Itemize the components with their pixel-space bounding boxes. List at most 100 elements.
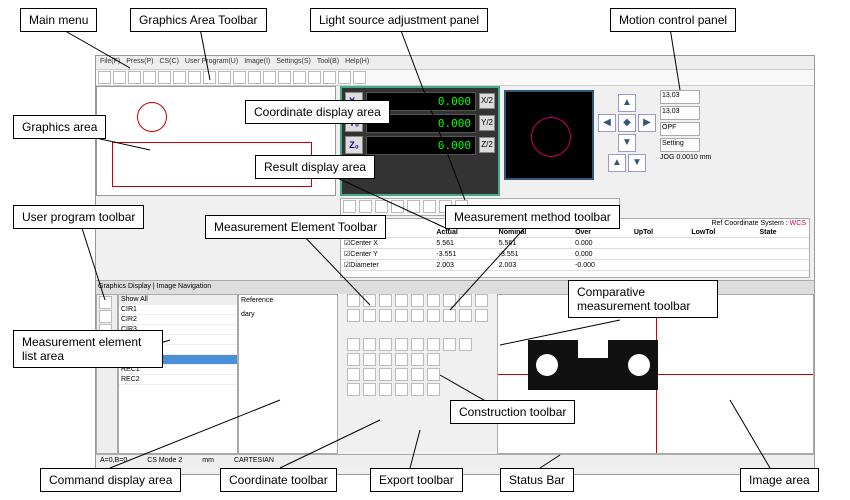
arrow-center-icon[interactable]: ◆	[618, 114, 636, 132]
toolbar-icon[interactable]	[338, 71, 351, 84]
light-icon[interactable]	[391, 200, 404, 213]
arrow-down-icon[interactable]: ▼	[618, 134, 636, 152]
list-item[interactable]: REC2	[119, 375, 237, 385]
construct-icon[interactable]	[379, 338, 392, 351]
coord-icon[interactable]	[379, 368, 392, 381]
light-icon[interactable]	[407, 200, 420, 213]
toolbar-icon[interactable]	[98, 71, 111, 84]
light-icon[interactable]	[359, 200, 372, 213]
scope-view[interactable]	[504, 90, 594, 180]
toolbar-icon[interactable]	[248, 71, 261, 84]
coord-icon[interactable]	[427, 368, 440, 381]
compare-icon[interactable]	[363, 353, 376, 366]
method-icon[interactable]	[459, 309, 472, 322]
toolbar-icon[interactable]	[308, 71, 321, 84]
compare-icon[interactable]	[395, 353, 408, 366]
toolbar-icon[interactable]	[233, 71, 246, 84]
toolbar-icon[interactable]	[353, 71, 366, 84]
elem-icon[interactable]	[459, 294, 472, 307]
setting-button[interactable]: Setting	[660, 138, 700, 152]
elem-icon[interactable]	[427, 294, 440, 307]
z-half-button[interactable]: Z/2	[479, 137, 495, 153]
toolbar-icon[interactable]	[293, 71, 306, 84]
opf-button[interactable]: OPF	[660, 122, 700, 136]
tab-image-nav[interactable]: Image Navigation	[157, 283, 211, 290]
x-half-button[interactable]: X/2	[479, 93, 495, 109]
toolbar-icon[interactable]	[203, 71, 216, 84]
compare-icon[interactable]	[411, 353, 424, 366]
method-icon[interactable]	[347, 309, 360, 322]
elem-icon[interactable]	[443, 294, 456, 307]
compare-icon[interactable]	[379, 353, 392, 366]
construction-toolbar[interactable]	[346, 338, 489, 351]
comparative-toolbar[interactable]	[346, 353, 489, 366]
method-icon[interactable]	[443, 309, 456, 322]
method-icon[interactable]	[411, 309, 424, 322]
elem-icon[interactable]	[379, 294, 392, 307]
coord-icon[interactable]	[363, 368, 376, 381]
construct-icon[interactable]	[459, 338, 472, 351]
coord-icon[interactable]	[411, 368, 424, 381]
toolbar-icon[interactable]	[113, 71, 126, 84]
image-area[interactable]	[497, 294, 814, 454]
tab-graphics[interactable]: Graphics Display	[98, 283, 151, 290]
toolbar-icon[interactable]	[173, 71, 186, 84]
coord-icon[interactable]	[395, 368, 408, 381]
method-icon[interactable]	[379, 309, 392, 322]
construct-icon[interactable]	[427, 338, 440, 351]
export-icon[interactable]	[363, 383, 376, 396]
coord-icon[interactable]	[347, 368, 360, 381]
z-up-icon[interactable]: ▲	[608, 154, 626, 172]
export-toolbar[interactable]	[346, 383, 489, 396]
export-icon[interactable]	[411, 383, 424, 396]
list-item[interactable]: CIR1	[119, 305, 237, 315]
toolbar-icon[interactable]	[278, 71, 291, 84]
light-icon[interactable]	[423, 200, 436, 213]
toolbar-icon[interactable]	[128, 71, 141, 84]
element-list-area[interactable]: Show All CIR1 CIR2 CIR3 CIR4 CIR5 CIR6 R…	[118, 294, 238, 454]
measurement-method-toolbar[interactable]	[346, 309, 489, 322]
toolbar-icon[interactable]	[323, 71, 336, 84]
method-icon[interactable]	[395, 309, 408, 322]
export-icon[interactable]	[379, 383, 392, 396]
export-icon[interactable]	[427, 383, 440, 396]
coordinate-toolbar[interactable]	[346, 368, 489, 381]
method-icon[interactable]	[475, 309, 488, 322]
arrow-right-icon[interactable]: ▶	[638, 114, 656, 132]
method-icon[interactable]	[363, 309, 376, 322]
toolbar-icon[interactable]	[218, 71, 231, 84]
elem-icon[interactable]	[347, 294, 360, 307]
arrow-up-icon[interactable]: ▲	[618, 94, 636, 112]
export-icon[interactable]	[347, 383, 360, 396]
measurement-element-toolbar[interactable]	[346, 294, 489, 307]
list-item[interactable]: CIR2	[119, 315, 237, 325]
toolbar-icon[interactable]	[158, 71, 171, 84]
toolbar-icon[interactable]	[143, 71, 156, 84]
construct-icon[interactable]	[443, 338, 456, 351]
elem-icon[interactable]	[363, 294, 376, 307]
construct-icon[interactable]	[411, 338, 424, 351]
construct-icon[interactable]	[363, 338, 376, 351]
y-half-button[interactable]: Y/2	[479, 115, 495, 131]
arrow-left-icon[interactable]: ◀	[598, 114, 616, 132]
toolbar-icon[interactable]	[188, 71, 201, 84]
z-down-icon[interactable]: ▼	[628, 154, 646, 172]
main-menu[interactable]: File(F)Press(P)CS(C)User Program(U)Image…	[96, 56, 814, 70]
light-icon[interactable]	[343, 200, 356, 213]
elem-icon[interactable]	[395, 294, 408, 307]
compare-icon[interactable]	[347, 353, 360, 366]
speed-2[interactable]: 13.03	[660, 106, 700, 120]
prog-icon[interactable]	[99, 296, 112, 309]
elem-icon[interactable]	[475, 294, 488, 307]
speed-1[interactable]: 13.03	[660, 90, 700, 104]
export-icon[interactable]	[395, 383, 408, 396]
method-icon[interactable]	[427, 309, 440, 322]
toolbar-icon[interactable]	[263, 71, 276, 84]
graphics-area-toolbar[interactable]	[96, 70, 814, 86]
user-program-toolbar[interactable]	[96, 294, 118, 454]
light-icon[interactable]	[375, 200, 388, 213]
prog-icon[interactable]	[99, 310, 112, 323]
construct-icon[interactable]	[395, 338, 408, 351]
compare-icon[interactable]	[427, 353, 440, 366]
elem-icon[interactable]	[411, 294, 424, 307]
